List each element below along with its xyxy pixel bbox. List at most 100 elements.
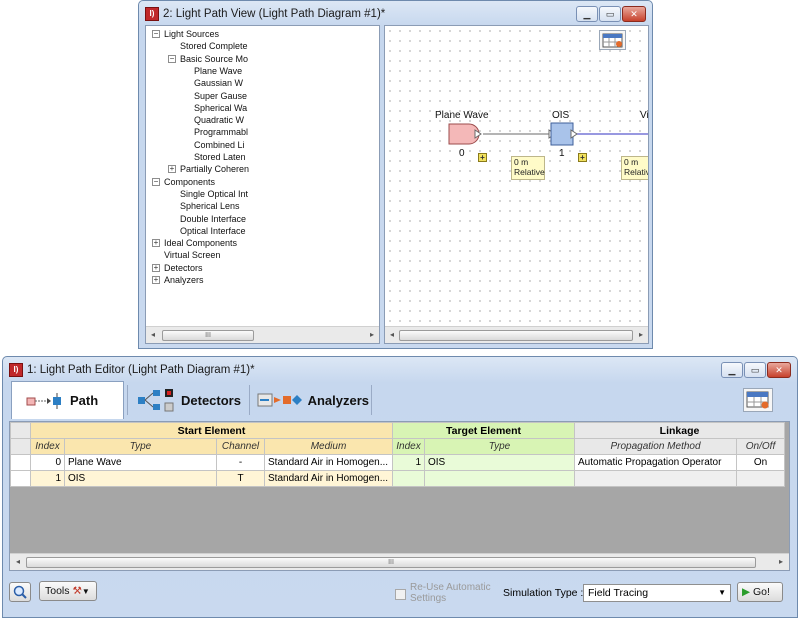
row-header[interactable] bbox=[10, 454, 31, 471]
distance-note[interactable]: 0 m Relative bbox=[511, 156, 545, 180]
tree-item-label: Light Sources bbox=[164, 29, 220, 39]
distance-note[interactable]: 0 m Relative bbox=[621, 156, 648, 180]
cell-medium[interactable]: Standard Air in Homogen... bbox=[264, 454, 393, 471]
tree-item[interactable]: Basic Source Mo bbox=[180, 53, 248, 65]
cell-on-off[interactable] bbox=[736, 470, 786, 487]
expand-icon[interactable]: + bbox=[168, 165, 176, 174]
scroll-right-arrow[interactable]: ▸ bbox=[636, 330, 646, 340]
scroll-thumb[interactable]: III bbox=[26, 557, 756, 568]
cell-channel[interactable]: T bbox=[216, 470, 265, 487]
tab-detectors[interactable]: Detectors bbox=[133, 381, 247, 419]
scroll-right-arrow[interactable]: ▸ bbox=[367, 330, 377, 340]
table-row[interactable]: 1 OIS T Standard Air in Homogen... bbox=[10, 470, 786, 487]
scroll-thumb[interactable] bbox=[399, 330, 633, 341]
scroll-right-arrow[interactable]: ▸ bbox=[776, 557, 786, 567]
editor-titlebar[interactable]: I) 1: Light Path Editor (Light Path Diag… bbox=[3, 357, 797, 383]
diagram-scrollbar[interactable]: ◂ ▸ bbox=[385, 326, 648, 343]
maximize-button[interactable]: ▭ bbox=[744, 362, 766, 378]
table-row[interactable]: 0 Plane Wave - Standard Air in Homogen..… bbox=[10, 454, 786, 471]
simulation-type-select[interactable]: Field Tracing ▼ bbox=[583, 584, 731, 602]
cell-index[interactable]: 0 bbox=[30, 454, 65, 471]
tree-item[interactable]: Plane Wave bbox=[194, 65, 242, 77]
view-titlebar[interactable]: I) 2: Light Path View (Light Path Diagra… bbox=[139, 1, 652, 27]
tree-item[interactable]: Super Gause bbox=[194, 90, 247, 102]
cell-index[interactable]: 1 bbox=[30, 470, 65, 487]
cell-propagation-method[interactable]: Automatic Propagation Operator bbox=[574, 454, 738, 471]
col-target-index[interactable]: Index bbox=[392, 438, 425, 455]
col-target-type[interactable]: Type bbox=[423, 438, 576, 455]
cell-propagation-method[interactable] bbox=[574, 470, 738, 487]
tree-item[interactable]: Gaussian W bbox=[194, 77, 243, 89]
tree-item[interactable]: Spherical Wa bbox=[194, 102, 247, 114]
maximize-button[interactable]: ▭ bbox=[599, 6, 621, 22]
tree-item-label: Analyzers bbox=[164, 275, 204, 285]
tree-item[interactable]: Partially Coheren bbox=[180, 163, 249, 175]
tree-item[interactable]: Light Sources bbox=[164, 28, 219, 40]
collapse-icon[interactable]: − bbox=[152, 30, 160, 38]
go-button[interactable]: ▶ Go! bbox=[737, 582, 783, 602]
col-medium[interactable]: Medium bbox=[264, 438, 393, 455]
col-type[interactable]: Type bbox=[64, 438, 217, 455]
tree-item[interactable]: Analyzers bbox=[164, 274, 204, 286]
tree-item[interactable]: Combined Li bbox=[194, 139, 245, 151]
cell-target-index[interactable] bbox=[392, 470, 425, 487]
minimize-button[interactable]: ▁ bbox=[576, 6, 598, 22]
col-channel[interactable]: Channel bbox=[216, 438, 265, 455]
diagram-properties-icon[interactable] bbox=[599, 30, 626, 50]
tree-item[interactable]: Virtual Screen bbox=[164, 249, 220, 261]
expand-icon[interactable]: + bbox=[152, 276, 160, 284]
tree-item[interactable]: Quadratic W bbox=[194, 114, 244, 126]
search-button[interactable] bbox=[9, 582, 31, 602]
tree-item[interactable]: Stored Complete bbox=[180, 40, 248, 52]
reuse-settings-checkbox[interactable] bbox=[395, 589, 406, 600]
close-button[interactable]: ✕ bbox=[622, 6, 646, 22]
tab-path[interactable]: Path bbox=[11, 381, 124, 419]
tree-item[interactable]: Stored Laten bbox=[194, 151, 246, 163]
tools-button[interactable]: Tools ⚒▼ bbox=[39, 581, 97, 601]
tree-item[interactable]: Programmabl bbox=[194, 126, 248, 138]
col-propagation-method[interactable]: Propagation Method bbox=[574, 438, 738, 455]
cell-target-type[interactable]: OIS bbox=[423, 454, 576, 471]
tree-item[interactable]: Components bbox=[164, 176, 215, 188]
expand-plus-icon[interactable]: + bbox=[478, 153, 487, 162]
tree-item[interactable]: Spherical Lens bbox=[180, 200, 240, 212]
simulation-type-value: Field Tracing bbox=[588, 587, 649, 599]
expand-plus-icon[interactable]: + bbox=[578, 153, 587, 162]
scroll-left-arrow[interactable]: ◂ bbox=[13, 557, 23, 567]
tab-analyzers[interactable]: Analyzers bbox=[253, 381, 369, 419]
col-on-off[interactable]: On/Off bbox=[736, 438, 786, 455]
expand-icon[interactable]: + bbox=[152, 239, 160, 248]
cell-target-type[interactable] bbox=[423, 470, 576, 487]
cell-on-off[interactable]: On bbox=[736, 454, 786, 471]
editor-title: 1: Light Path Editor (Light Path Diagram… bbox=[27, 364, 255, 376]
cell-type[interactable]: OIS bbox=[64, 470, 217, 487]
cell-type[interactable]: Plane Wave bbox=[64, 454, 217, 471]
tree-scrollbar[interactable]: ◂ III ▸ bbox=[146, 326, 379, 343]
cell-channel[interactable]: - bbox=[216, 454, 265, 471]
minimize-button[interactable]: ▁ bbox=[721, 362, 743, 378]
cell-medium[interactable]: Standard Air in Homogen... bbox=[264, 470, 393, 487]
expand-icon[interactable]: + bbox=[152, 263, 160, 272]
editor-bottom-bar: Tools ⚒▼ Re-Use Automatic Settings Simul… bbox=[9, 579, 790, 607]
editor-properties-icon[interactable] bbox=[743, 388, 773, 412]
tree-item[interactable]: Detectors bbox=[164, 262, 203, 274]
diagram-canvas[interactable]: Plane Wave OIS Virtual Screen 0 1 600 + … bbox=[385, 26, 648, 325]
tab-detectors-label: Detectors bbox=[181, 392, 241, 408]
scroll-thumb[interactable]: III bbox=[162, 330, 254, 341]
scroll-left-arrow[interactable]: ◂ bbox=[148, 330, 158, 340]
tree-item[interactable]: Double Interface bbox=[180, 213, 246, 225]
tree-item[interactable]: Ideal Components bbox=[164, 237, 237, 249]
collapse-icon[interactable]: − bbox=[168, 54, 176, 63]
close-button[interactable]: ✕ bbox=[767, 362, 791, 378]
light-path-editor-window: I) 1: Light Path Editor (Light Path Diag… bbox=[2, 356, 798, 618]
magnifier-icon bbox=[13, 585, 27, 599]
collapse-icon[interactable]: − bbox=[152, 177, 160, 186]
tree-item[interactable]: Optical Interface bbox=[180, 225, 246, 237]
col-index[interactable]: Index bbox=[30, 438, 65, 455]
grid-scrollbar[interactable]: ◂ III ▸ bbox=[10, 553, 789, 570]
scroll-left-arrow[interactable]: ◂ bbox=[387, 330, 397, 340]
tree-item[interactable]: Single Optical Int bbox=[180, 188, 248, 200]
row-header[interactable] bbox=[10, 470, 31, 487]
cell-target-index[interactable]: 1 bbox=[392, 454, 425, 471]
tree-item-label: Basic Source Mo bbox=[180, 53, 249, 64]
